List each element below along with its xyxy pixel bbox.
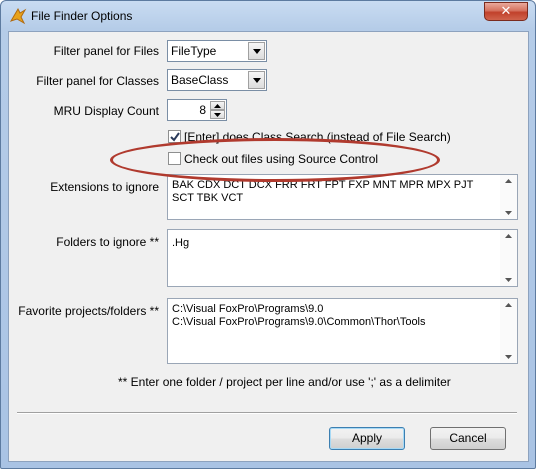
spinner-up-button[interactable] bbox=[210, 101, 225, 110]
favorites-textarea[interactable]: C:\Visual FoxPro\Programs\9.0 C:\Visual … bbox=[167, 298, 518, 364]
arrow-up-icon bbox=[214, 104, 221, 108]
folders-label: Folders to ignore ** bbox=[56, 235, 159, 249]
arrow-down-icon bbox=[505, 278, 512, 282]
filter-classes-combo[interactable]: BaseClass bbox=[167, 69, 267, 91]
favorites-scrollbar[interactable] bbox=[500, 299, 517, 363]
filter-classes-dropdown-button[interactable] bbox=[248, 71, 265, 89]
filter-classes-value: BaseClass bbox=[171, 73, 229, 87]
close-button[interactable]: ✕ bbox=[484, 2, 528, 21]
filter-files-label: Filter panel for Files bbox=[53, 44, 159, 58]
favorites-label: Favorite projects/folders ** bbox=[18, 304, 159, 318]
extensions-textarea[interactable]: BAK CDX DCT DCX FRR FRT FPT FXP MNT MPR … bbox=[167, 174, 518, 220]
arrow-up-icon bbox=[505, 234, 512, 238]
arrow-down-icon bbox=[505, 211, 512, 215]
spinner-down-button[interactable] bbox=[210, 110, 225, 119]
folders-scrollbar[interactable] bbox=[500, 230, 517, 286]
arrow-down-icon bbox=[214, 113, 221, 117]
favorites-value: C:\Visual FoxPro\Programs\9.0 C:\Visual … bbox=[172, 303, 426, 328]
filter-files-value: FileType bbox=[171, 44, 217, 58]
filter-classes-label: Filter panel for Classes bbox=[36, 74, 159, 88]
foxpro-app-icon bbox=[9, 7, 27, 25]
checkmark-icon bbox=[170, 132, 180, 142]
folders-value: .Hg bbox=[172, 237, 190, 249]
apply-button[interactable]: Apply bbox=[329, 427, 405, 450]
filter-files-dropdown-button[interactable] bbox=[248, 42, 265, 60]
arrow-up-icon bbox=[505, 303, 512, 307]
arrow-up-icon bbox=[505, 179, 512, 183]
filter-files-combo[interactable]: FileType bbox=[167, 40, 267, 62]
folders-textarea[interactable]: .Hg bbox=[167, 229, 518, 287]
title-bar[interactable]: File Finder Options ✕ bbox=[1, 1, 535, 31]
enter-class-search-checkbox[interactable] bbox=[168, 130, 181, 143]
enter-class-search-label: [Enter] does Class Search (instead of Fi… bbox=[184, 130, 451, 144]
extensions-scrollbar[interactable] bbox=[500, 175, 517, 219]
close-icon: ✕ bbox=[500, 4, 512, 19]
mru-count-value: 8 bbox=[199, 103, 206, 117]
source-control-checkbox[interactable] bbox=[168, 152, 181, 165]
window-title: File Finder Options bbox=[31, 9, 133, 23]
cancel-button[interactable]: Cancel bbox=[430, 427, 506, 450]
mru-count-label: MRU Display Count bbox=[53, 104, 159, 118]
source-control-label: Check out files using Source Control bbox=[184, 152, 379, 166]
chevron-down-icon bbox=[253, 78, 261, 83]
extensions-value: BAK CDX DCT DCX FRR FRT FPT FXP MNT MPR … bbox=[172, 179, 477, 204]
divider bbox=[17, 412, 517, 414]
arrow-down-icon bbox=[505, 355, 512, 359]
delimiter-note: ** Enter one folder / project per line a… bbox=[118, 375, 451, 389]
mru-count-spinner[interactable]: 8 bbox=[167, 99, 227, 121]
extensions-label: Extensions to ignore bbox=[50, 180, 159, 194]
chevron-down-icon bbox=[253, 49, 261, 54]
